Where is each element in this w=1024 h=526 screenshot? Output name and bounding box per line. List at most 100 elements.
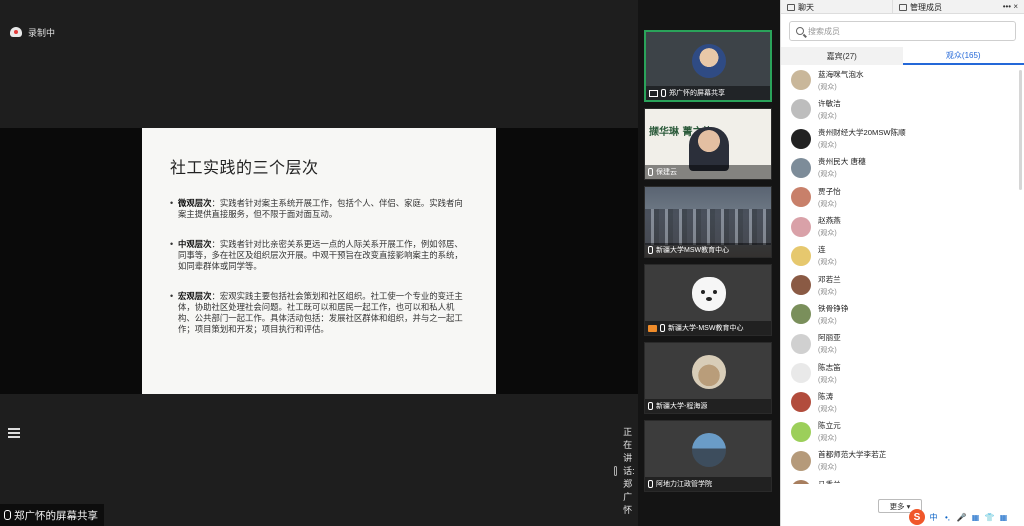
member-row[interactable]: 蓝海咪气泡水 (观众) xyxy=(791,66,864,94)
tab-chat-label: 聊天 xyxy=(798,2,814,12)
ime-item[interactable]: ▦ xyxy=(998,512,1009,522)
ime-item[interactable]: ▦ xyxy=(970,512,981,522)
bullet-heading: 宏观层次 xyxy=(178,291,212,301)
avatar xyxy=(791,128,811,149)
screen-share-area: 社工实践的三个层次 • 微观层次：实践者针对案主系统开展工作，包括个人、伴侣、家… xyxy=(0,128,638,394)
member-row[interactable]: 贵州民大 唐穗 (观众) xyxy=(791,154,866,182)
member-name: 首都师范大学李若芷 xyxy=(818,450,887,460)
bullet-text: ：宏观实践主要包括社会策划和社区组织。社工使一个专业的变迁主体，协助社区处理社会… xyxy=(178,291,463,334)
member-row[interactable]: 赵燕燕 (观众) xyxy=(791,213,841,241)
video-tile[interactable]: 新疆大学-程海源 xyxy=(644,342,772,414)
panel-tab-bar: 聊天 管理成员 ••• × xyxy=(781,0,1024,14)
mic-icon xyxy=(660,324,665,332)
member-search[interactable] xyxy=(789,21,1016,41)
bullet-text: ：实践者针对案主系统开展工作，包括个人、伴侣、家庭。实践者向案主提供直接服务，但… xyxy=(178,198,463,219)
main-stage: 录制中 社工实践的三个层次 • 微观层次：实践者针对案主系统开展工作，包括个人、… xyxy=(0,0,638,526)
mic-icon xyxy=(648,402,653,410)
member-role: (观众) xyxy=(818,347,837,355)
member-role: (观众) xyxy=(818,317,837,325)
tab-chat[interactable]: 聊天 xyxy=(781,0,893,14)
avatar xyxy=(791,99,811,120)
member-row[interactable]: 陈立元 (观众) xyxy=(791,418,841,446)
tile-label: 新疆大学-MSW教育中心 xyxy=(668,325,744,332)
bullet-text: ：实践者针对比亲密关系更远一点的人际关系开展工作，例如邻居、同事等，多在社区及组… xyxy=(178,239,463,271)
ime-item[interactable]: 🎤 xyxy=(956,512,967,522)
list-menu-icon[interactable] xyxy=(4,424,24,442)
share-owner-label: 郑广怀的屏幕共享 xyxy=(14,509,98,522)
bullet-dot-icon: • xyxy=(170,239,174,249)
mic-icon xyxy=(648,480,653,488)
video-tile[interactable]: 阿地力江政管学院 xyxy=(644,420,772,492)
classroom-video xyxy=(645,209,771,245)
bullet-dot-icon: • xyxy=(170,198,174,208)
member-role: (观众) xyxy=(818,259,837,267)
tab-members[interactable]: 管理成员 xyxy=(893,0,948,14)
member-row[interactable]: 铁骨铮铮 (观众) xyxy=(791,300,848,328)
slide-bullet: • 中观层次：实践者针对比亲密关系更远一点的人际关系开展工作，例如邻居、同事等，… xyxy=(170,239,468,272)
side-panel: 聊天 管理成员 ••• × 嘉宾(27) 观众(165) 蓝海咪气泡水(观众)许… xyxy=(780,0,1024,526)
member-role: (观众) xyxy=(818,83,837,91)
member-name: 邓若兰 xyxy=(818,274,841,284)
chat-icon xyxy=(787,3,795,11)
member-role: (观众) xyxy=(818,288,837,296)
screen-share-icon xyxy=(649,89,658,97)
avatar xyxy=(692,44,726,78)
slide-bullet: • 宏观层次：宏观实践主要包括社会策划和社区组织。社工使一个专业的变迁主体，协助… xyxy=(170,291,468,335)
tab-audience[interactable]: 观众(165) xyxy=(902,47,1024,65)
member-name: 阿丽亚 xyxy=(818,333,841,343)
panel-window-controls[interactable]: ••• × xyxy=(1003,0,1024,13)
member-role: (观众) xyxy=(818,376,837,384)
share-owner-bar: 郑广怀的屏幕共享 xyxy=(0,504,104,526)
avatar xyxy=(791,245,811,266)
ime-item[interactable]: •, xyxy=(942,512,953,522)
search-input[interactable] xyxy=(808,26,1008,36)
dog-avatar xyxy=(692,277,726,311)
presentation-slide: 社工实践的三个层次 • 微观层次：实践者针对案主系统开展工作，包括个人、伴侣、家… xyxy=(142,128,496,394)
member-name: 铁骨铮铮 xyxy=(818,303,849,313)
member-row[interactable]: 阿丽亚 (观众) xyxy=(791,330,841,358)
tile-label: 新疆大学MSW教育中心 xyxy=(656,247,730,254)
avatar xyxy=(791,363,811,383)
mic-icon xyxy=(648,246,653,254)
recording-cloud-icon xyxy=(10,27,22,37)
member-row[interactable]: 邓若兰 (观众) xyxy=(791,271,841,299)
member-role: (观众) xyxy=(818,112,837,120)
mic-icon xyxy=(648,168,653,176)
role-tab-bar: 嘉宾(27) 观众(165) xyxy=(781,47,1024,65)
member-row[interactable]: 贵州财经大学20MSW陈顺 (观众) xyxy=(791,125,906,153)
member-row[interactable]: 贾子怡 (观众) xyxy=(791,183,841,211)
member-row[interactable]: 陈涛 (观众) xyxy=(791,388,837,416)
video-tile[interactable]: 新疆大学MSW教育中心 xyxy=(644,186,772,258)
tab-members-label: 管理成员 xyxy=(910,2,942,12)
member-row[interactable]: 首都师范大学李若芷 (观众) xyxy=(791,447,886,475)
speaking-indicator: 正在讲话: 郑广怀 xyxy=(614,425,639,516)
video-tile[interactable]: 新疆大学-MSW教育中心 xyxy=(644,264,772,336)
member-role: (观众) xyxy=(818,230,837,237)
avatar xyxy=(791,70,811,90)
member-row[interactable]: 连 (观众) xyxy=(791,242,837,270)
mic-icon xyxy=(661,89,666,97)
camera-icon xyxy=(648,324,657,332)
member-row[interactable]: 马秀兰(观众) xyxy=(791,476,841,484)
tile-label: 保建云 xyxy=(656,169,677,176)
ime-item[interactable]: 中 xyxy=(928,512,939,522)
avatar xyxy=(791,392,811,413)
tab-guests[interactable]: 嘉宾(27) xyxy=(781,47,903,65)
member-row[interactable]: 陈志笛 (观众) xyxy=(791,359,841,387)
member-role: (观众) xyxy=(818,200,837,208)
avatar xyxy=(692,355,726,389)
video-tile[interactable]: 郑广怀的屏幕共享 xyxy=(644,30,772,102)
ime-item[interactable]: 👕 xyxy=(984,512,995,522)
member-row[interactable]: 许敏洁 (观众) xyxy=(791,95,841,123)
video-tile[interactable]: 撷华琳 菁之旅 保建云 xyxy=(644,108,772,180)
member-list-scrollbar[interactable] xyxy=(1019,70,1022,190)
member-name: 贵州财经大学20MSW陈顺 xyxy=(818,128,906,138)
avatar xyxy=(692,433,726,467)
member-name: 陈志笛 xyxy=(818,362,841,372)
mic-icon xyxy=(4,510,11,520)
sogou-logo-icon[interactable]: S xyxy=(909,509,925,525)
member-name: 陈立元 xyxy=(818,421,841,431)
avatar xyxy=(791,157,811,178)
tile-label: 新疆大学-程海源 xyxy=(656,403,708,410)
tile-label: 阿地力江政管学院 xyxy=(656,481,712,488)
